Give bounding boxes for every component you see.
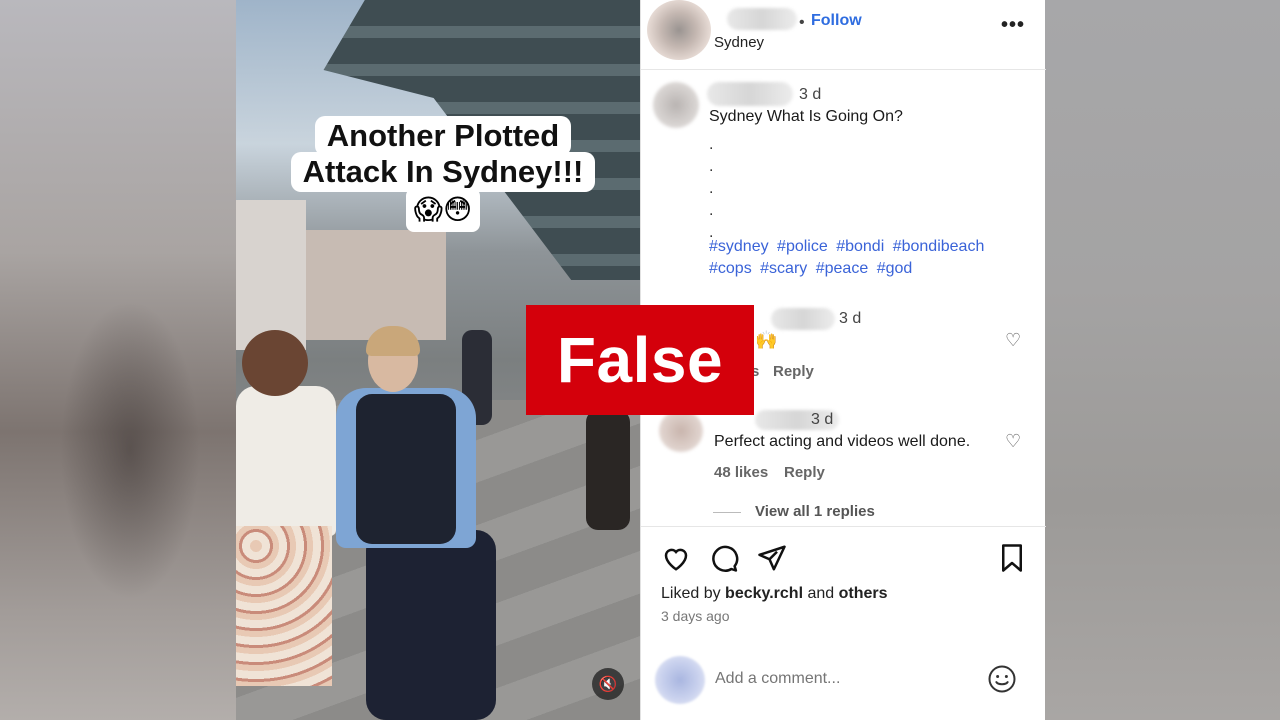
pedestrian [586, 410, 630, 530]
hashtag-link[interactable]: #sydney [709, 238, 769, 255]
avatar[interactable] [653, 82, 699, 128]
view-replies-button[interactable]: View all 1 replies [755, 503, 875, 520]
post-date[interactable]: 3 days ago [661, 608, 730, 624]
hashtag-link[interactable]: #peace [816, 260, 869, 277]
caption-emoji: 😱😳 [405, 188, 481, 232]
hashtag-link[interactable]: #bondibeach [893, 238, 985, 255]
comment-timestamp[interactable]: 3 d [839, 310, 861, 328]
more-options-icon[interactable]: ••• [1001, 14, 1025, 37]
video-caption: Another Plotted Attack In Sydney!!! 😱😳 [270, 116, 616, 232]
add-comment-bar [641, 640, 1046, 720]
heart-icon[interactable] [661, 543, 691, 573]
reply-button[interactable]: Reply [784, 464, 825, 481]
liked-by-text: Liked by becky.rchl and others [661, 585, 888, 602]
liked-by-others-link[interactable]: others [839, 585, 888, 602]
post-caption: Sydney What Is Going On? [709, 108, 903, 125]
caption-dots: . . . . . [709, 136, 714, 241]
separator-dot: • [799, 14, 805, 31]
replies-divider [713, 512, 741, 513]
username-redacted[interactable] [771, 308, 835, 330]
comment-timestamp[interactable]: 3 d [811, 411, 833, 429]
comment-text: 🙌 [755, 330, 778, 350]
share-icon[interactable] [757, 543, 787, 573]
post-timestamp[interactable]: 3 d [799, 86, 821, 104]
action-bar: Liked by becky.rchl and others 3 days ag… [641, 526, 1046, 636]
liked-by-user-link[interactable]: becky.rchl [725, 585, 803, 602]
hashtag-link[interactable]: #cops [709, 260, 752, 277]
reply-button[interactable]: Reply [773, 363, 814, 380]
heart-icon[interactable]: ♡ [1005, 330, 1021, 351]
comment-text: Perfect acting and videos well done. [714, 433, 971, 450]
hashtag-link[interactable]: #scary [760, 260, 807, 277]
heart-icon[interactable]: ♡ [1005, 431, 1021, 452]
username-redacted[interactable] [707, 82, 793, 106]
mute-button[interactable]: 🔇 [592, 668, 624, 700]
post-header: • Follow Sydney ••• [641, 0, 1046, 70]
username-redacted[interactable] [727, 8, 797, 30]
emoji-icon[interactable] [987, 664, 1017, 694]
comment-input[interactable] [715, 670, 975, 688]
woman-figure [236, 330, 336, 720]
blurred-background-left [0, 0, 236, 720]
background-building [306, 230, 446, 340]
speaker-muted-icon: 🔇 [598, 676, 618, 693]
hashtag-list: #sydney #police #bondi #bondibeach #cops… [709, 236, 1039, 280]
avatar [655, 656, 705, 704]
bookmark-icon[interactable] [997, 543, 1027, 573]
avatar[interactable] [659, 410, 703, 452]
avatar[interactable] [647, 0, 711, 60]
hashtag-link[interactable]: #god [877, 260, 913, 277]
hashtag-link[interactable]: #bondi [836, 238, 884, 255]
caption-line-1: Another Plotted [314, 116, 572, 156]
location-link[interactable]: Sydney [714, 34, 764, 51]
blurred-background-right [1044, 0, 1280, 720]
hashtag-link[interactable]: #police [777, 238, 828, 255]
false-verdict-banner: False [526, 305, 754, 415]
follow-button[interactable]: Follow [811, 12, 862, 30]
caption-line-2: Attack In Sydney!!! [290, 152, 596, 192]
comment-icon[interactable] [709, 543, 739, 573]
comment-likes[interactable]: 48 likes [714, 464, 768, 481]
police-officer-figure [326, 326, 516, 720]
